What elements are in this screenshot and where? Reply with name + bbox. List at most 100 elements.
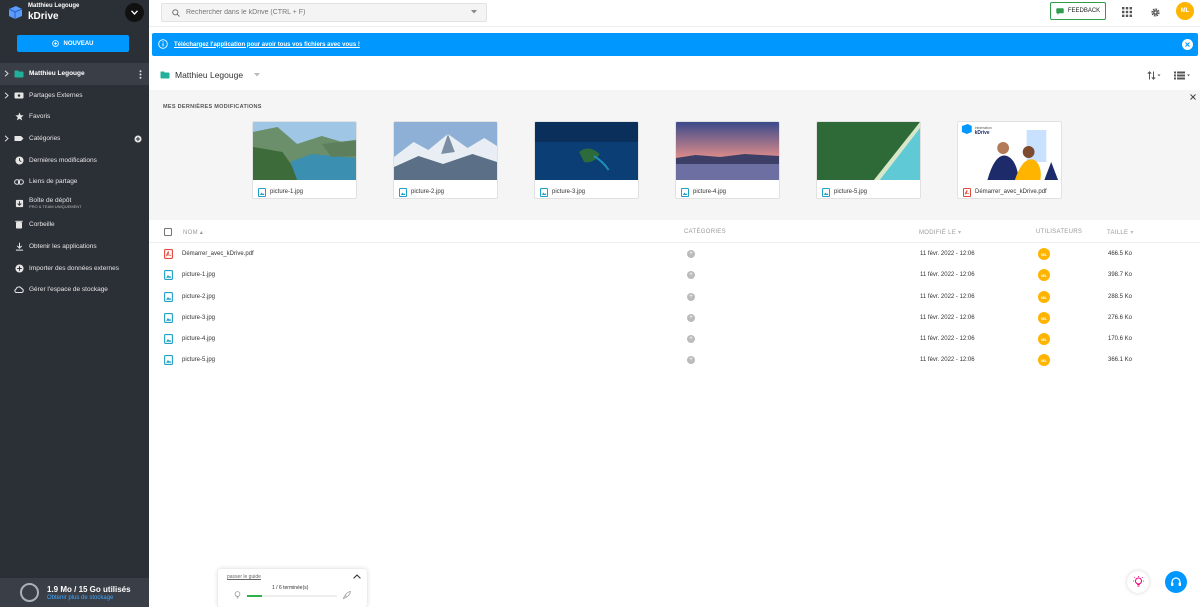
sidebar-item-label: Gérer l'espace de stockage (29, 286, 108, 294)
file-size: 398.7 Ko (1108, 272, 1133, 278)
support-chat-button[interactable] (1165, 571, 1187, 593)
external-shares-icon (14, 90, 24, 100)
recent-file-card[interactable]: picture-1.jpg (252, 121, 357, 199)
sidebar-item-import[interactable]: Importer des données externes (0, 257, 149, 279)
guide-progress-fill (247, 595, 263, 597)
add-category-icon[interactable]: + (687, 314, 695, 322)
file-thumbnail (676, 122, 779, 180)
file-card-caption: Démarrer_avec_kDrive.pdf (958, 182, 1061, 198)
sidebar-item-label: Liens de partage (29, 178, 78, 186)
add-category-icon[interactable]: + (687, 356, 695, 364)
column-label: TAILLE (1107, 230, 1129, 236)
sidebar-item-recent-changes[interactable]: Dernières modifications (0, 149, 149, 171)
add-category-icon[interactable] (134, 135, 142, 143)
column-users[interactable]: UTILISATEURS (1036, 229, 1082, 235)
sort-icon (1147, 71, 1161, 80)
file-name[interactable]: picture-1.jpg (182, 272, 215, 278)
recent-file-card[interactable]: Information kDrive Démarrer_avec_kDrive.… (957, 121, 1062, 199)
chevron-right-icon[interactable] (4, 70, 9, 77)
tag-icon (14, 134, 24, 144)
add-category-icon[interactable]: + (687, 335, 695, 343)
chevron-right-icon[interactable] (4, 135, 9, 142)
sidebar-item-get-apps[interactable]: Obtenir les applications (0, 236, 149, 258)
banner-close-button[interactable] (1182, 39, 1193, 50)
file-name[interactable]: picture-5.jpg (182, 357, 215, 363)
file-name[interactable]: picture-2.jpg (182, 294, 215, 300)
recent-file-card[interactable]: picture-3.jpg (534, 121, 639, 199)
table-row[interactable]: Démarrer_avec_kDrive.pdf + 11 févr. 2022… (149, 244, 1200, 265)
search-input[interactable] (186, 9, 466, 16)
page-title: Matthieu Legouge (175, 70, 244, 80)
select-all-checkbox[interactable] (164, 228, 172, 236)
lightbulb-icon (234, 591, 241, 599)
recent-changes-title: MES DERNIÈRES MODIFICATIONS (163, 104, 262, 110)
add-category-icon[interactable]: + (687, 271, 695, 279)
file-name[interactable]: picture-4.jpg (182, 336, 215, 342)
get-more-storage-link[interactable]: Obtenir plus de stockage (47, 595, 113, 601)
file-thumbnail (253, 122, 356, 180)
sidebar-item-categories[interactable]: Catégories (0, 128, 149, 150)
close-icon[interactable] (1190, 94, 1196, 100)
feedback-icon (1056, 7, 1064, 15)
file-name[interactable]: Démarrer_avec_kDrive.pdf (182, 251, 254, 257)
link-icon (14, 177, 24, 187)
tips-button[interactable] (1127, 571, 1149, 593)
caret-down-icon[interactable] (254, 73, 261, 77)
new-button[interactable]: NOUVEAU (17, 35, 129, 52)
image-file-icon (164, 292, 173, 302)
more-vertical-icon[interactable] (139, 70, 142, 79)
file-card-caption: picture-3.jpg (535, 182, 638, 198)
column-modified[interactable]: MODIFIÉ LE ▾ (919, 229, 961, 236)
search-bar[interactable] (161, 3, 487, 22)
recent-file-card[interactable]: picture-4.jpg (675, 121, 780, 199)
chevron-up-icon[interactable] (353, 574, 361, 579)
sidebar-item-dropbox[interactable]: Boîte de dépôt PRO & TEAM UNIQUEMENT (0, 193, 149, 215)
user-avatar: ML (1038, 333, 1050, 345)
sort-button[interactable] (1147, 71, 1161, 80)
table-row[interactable]: picture-5.jpg + 11 févr. 2022 - 12:06 ML… (149, 350, 1200, 371)
apps-grid-icon[interactable] (1121, 6, 1133, 18)
column-size[interactable]: TAILLE ▾ (1107, 229, 1134, 236)
sidebar-item-favorites[interactable]: Favoris (0, 106, 149, 128)
kdrive-logo-icon (8, 6, 23, 19)
table-row[interactable]: picture-1.jpg + 11 févr. 2022 - 12:06 ML… (149, 265, 1200, 286)
file-card-caption: picture-4.jpg (676, 182, 779, 198)
column-name[interactable]: NOM ▴ (183, 229, 203, 236)
feedback-button[interactable]: FEEDBACK (1050, 2, 1106, 20)
storage-usage-text: 1.9 Mo / 15 Go utilisés (47, 585, 131, 594)
sidebar-item-external-shares[interactable]: Partages Externes (0, 85, 149, 107)
sidebar-item-trash[interactable]: Corbeille (0, 214, 149, 236)
add-category-icon[interactable]: + (687, 293, 695, 301)
recent-file-card[interactable]: picture-5.jpg (816, 121, 921, 199)
sidebar-item-share-links[interactable]: Liens de partage (0, 171, 149, 193)
file-card-name: picture-3.jpg (552, 189, 586, 195)
image-file-icon (540, 187, 548, 197)
chevron-right-icon[interactable] (4, 92, 9, 99)
image-file-icon (164, 355, 173, 365)
drive-icon (160, 71, 170, 79)
column-categories[interactable]: CATÉGORIES (684, 229, 726, 235)
recent-file-card[interactable]: picture-2.jpg (393, 121, 498, 199)
gear-icon[interactable] (1149, 6, 1161, 18)
file-thumbnail: Information kDrive (958, 122, 1061, 180)
drive-switcher-button[interactable] (125, 3, 144, 22)
table-row[interactable]: picture-3.jpg + 11 févr. 2022 - 12:06 ML… (149, 308, 1200, 329)
sidebar-item-my-drive[interactable]: Matthieu Legouge (0, 63, 149, 85)
sidebar-item-text: Boîte de dépôt PRO & TEAM UNIQUEMENT (29, 197, 82, 209)
onboarding-guide: passer le guide 1 / 6 terminée(s) (218, 569, 367, 607)
file-modified: 11 févr. 2022 - 12:06 (920, 315, 975, 321)
caret-down-icon[interactable] (471, 10, 477, 14)
download-app-link[interactable]: Téléchargez l'application pour avoir tou… (174, 42, 360, 48)
table-row[interactable]: picture-2.jpg + 11 févr. 2022 - 12:06 ML… (149, 287, 1200, 308)
file-size: 466.5 Ko (1108, 251, 1133, 257)
table-row[interactable]: picture-4.jpg + 11 févr. 2022 - 12:06 ML… (149, 329, 1200, 350)
sidebar-item-label: Corbeille (29, 221, 55, 229)
view-mode-button[interactable] (1174, 71, 1191, 80)
download-app-banner: Téléchargez l'application pour avoir tou… (152, 33, 1198, 56)
lightbulb-icon (1132, 576, 1144, 587)
skip-guide-link[interactable]: passer le guide (227, 574, 261, 580)
add-category-icon[interactable]: + (687, 250, 695, 258)
file-name[interactable]: picture-3.jpg (182, 315, 215, 321)
user-avatar[interactable]: ML (1176, 2, 1194, 20)
sidebar-item-storage[interactable]: Gérer l'espace de stockage (0, 279, 149, 301)
